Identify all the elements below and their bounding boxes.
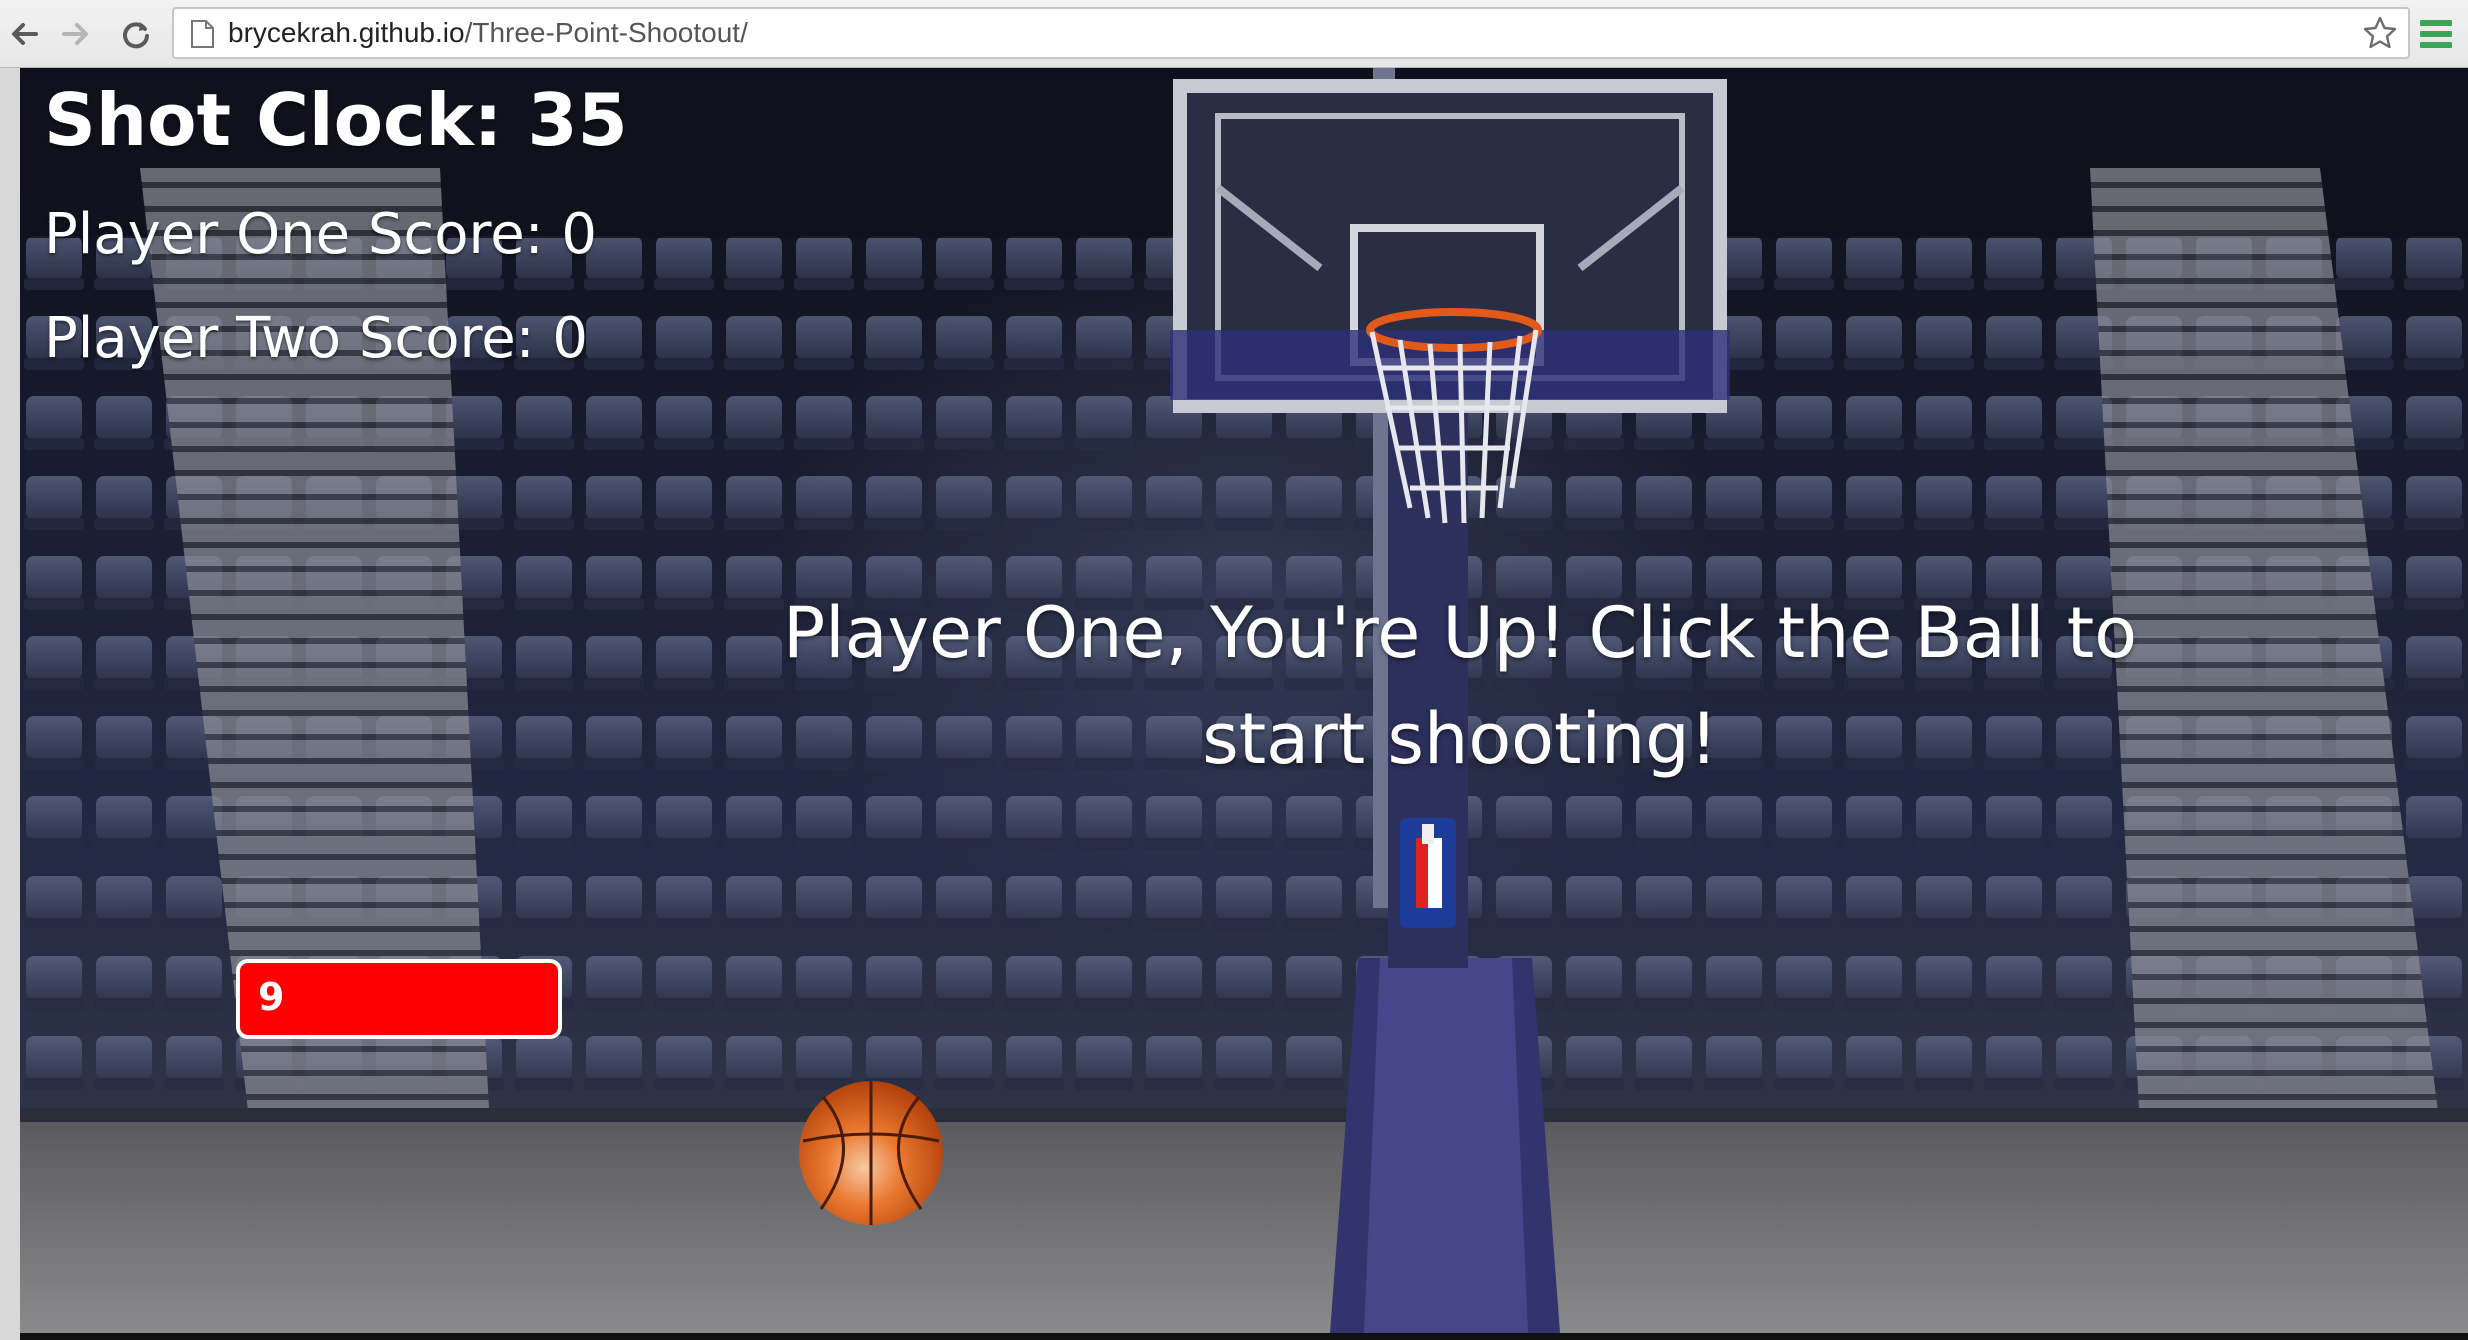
browser-toolbar: brycekrah.github.io/Three-Point-Shootout… — [0, 0, 2468, 68]
power-meter[interactable]: 9 — [236, 959, 562, 1039]
back-arrow-icon[interactable] — [4, 14, 44, 54]
page-icon — [191, 20, 214, 48]
address-bar[interactable]: brycekrah.github.io/Three-Point-Shootout… — [172, 7, 2410, 59]
url-text[interactable]: brycekrah.github.io/Three-Point-Shootout… — [228, 9, 748, 57]
window-edge — [0, 68, 20, 1340]
url-host: brycekrah.github.io — [228, 17, 465, 48]
url-path: /Three-Point-Shootout/ — [464, 17, 748, 48]
window-bottom-edge — [20, 1333, 2468, 1340]
turn-message: Player One, You're Up! Click the Ball to… — [782, 592, 2138, 780]
power-meter-value: 9 — [258, 975, 285, 1019]
shot-clock: Shot Clock: 35 — [44, 78, 628, 162]
player-one-score: Player One Score: 0 — [44, 202, 598, 267]
game-stage: Shot Clock: 35 Player One Score: 0 Playe… — [20, 68, 2468, 1333]
forward-arrow-icon[interactable] — [56, 14, 96, 54]
star-icon[interactable] — [2362, 15, 2398, 51]
reload-icon[interactable] — [116, 14, 156, 54]
basketball-icon[interactable] — [795, 1077, 947, 1229]
player-two-score: Player Two Score: 0 — [44, 306, 589, 371]
hamburger-menu-icon[interactable] — [2416, 16, 2456, 52]
